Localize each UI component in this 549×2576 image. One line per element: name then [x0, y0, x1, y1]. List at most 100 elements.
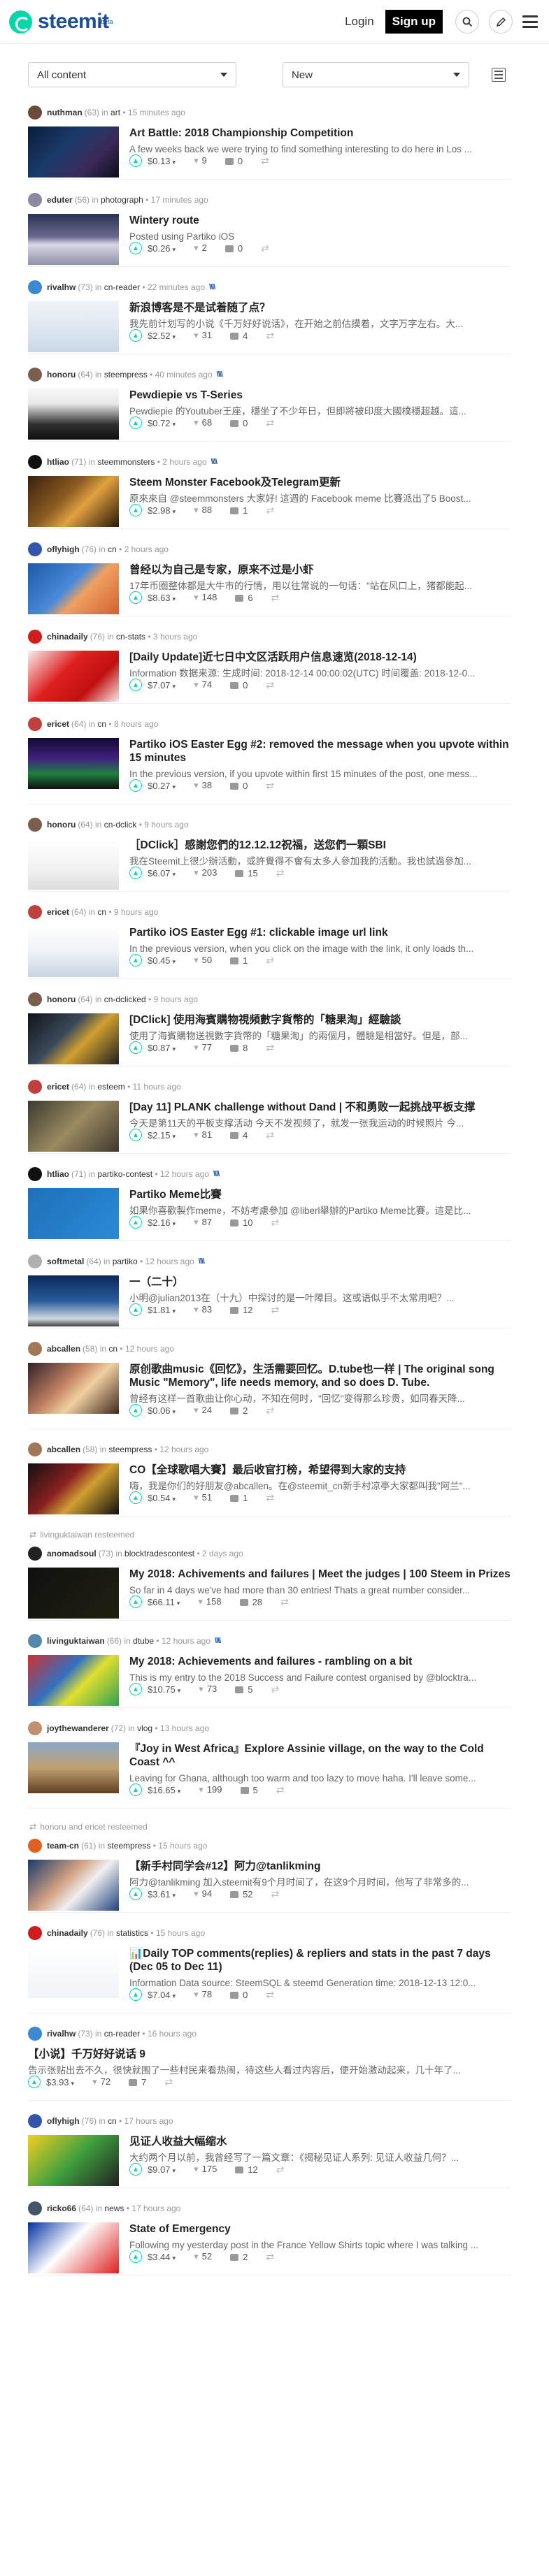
- post-item[interactable]: ericet (64) in cn • 9 hours ago Partiko …: [28, 905, 511, 979]
- post-title[interactable]: State of Emergency: [129, 2222, 511, 2236]
- upvote-icon[interactable]: ▲: [129, 154, 142, 167]
- login-link[interactable]: Login: [345, 15, 374, 29]
- post-item[interactable]: chinadaily (76) in statistics • 15 hours…: [28, 1926, 511, 2013]
- post-payout[interactable]: $0.87 ▾: [148, 1043, 176, 1053]
- vote-count[interactable]: ▾ 203: [194, 867, 217, 878]
- post-payout[interactable]: $10.75 ▾: [148, 1684, 180, 1695]
- post-title[interactable]: Partiko iOS Easter Egg #2: removed the m…: [129, 738, 511, 765]
- post-title[interactable]: 原创歌曲music《回忆》，生活需要回忆。D.tube也一样 | The ori…: [129, 1363, 511, 1389]
- comment-count[interactable]: 7: [129, 2077, 146, 2087]
- post-payout[interactable]: $3.44 ▾: [148, 2252, 176, 2262]
- resteem-icon[interactable]: ⇄: [276, 2164, 285, 2176]
- upvote-icon[interactable]: ▲: [129, 779, 142, 792]
- post-category[interactable]: cn: [108, 544, 117, 554]
- post-thumbnail[interactable]: [28, 839, 119, 890]
- post-category[interactable]: partiko-contest: [97, 1169, 152, 1179]
- post-item[interactable]: honoru (64) in cn-dclicked • 9 hours ago…: [28, 992, 511, 1066]
- post-payout[interactable]: $6.07 ▾: [148, 868, 176, 878]
- avatar[interactable]: [28, 1721, 42, 1735]
- post-excerpt[interactable]: Following my yesterday post in the Franc…: [129, 2238, 511, 2252]
- post-excerpt[interactable]: 曾经有这样一首歌曲让你心动，不知在何时，"回忆"变得那么珍贵，如同春天降...: [129, 1392, 511, 1405]
- post-item[interactable]: chinadaily (76) in cn-stats • 3 hours ag…: [28, 630, 511, 704]
- comment-count[interactable]: 12: [230, 1305, 253, 1315]
- post-category[interactable]: steempress: [108, 1445, 152, 1454]
- post-title[interactable]: 新浪博客是不是试着随了点？: [129, 301, 511, 314]
- post-title[interactable]: My 2018: Achievements and failures - ram…: [129, 1655, 511, 1668]
- upvote-icon[interactable]: ▲: [129, 1303, 142, 1316]
- post-category[interactable]: statistics: [116, 1928, 148, 1938]
- post-excerpt[interactable]: 阿力@tanlikming 加入steemit有9个月时间了，在这9个月时间，他…: [129, 1876, 511, 1889]
- vote-count[interactable]: ▾ 158: [198, 1596, 221, 1607]
- post-author[interactable]: honoru: [47, 994, 76, 1004]
- upvote-icon[interactable]: ▲: [129, 2250, 142, 2263]
- post-item[interactable]: rivalhw (73) in cn-reader • 22 minutes a…: [28, 280, 511, 354]
- post-payout[interactable]: $8.63 ▾: [148, 593, 176, 603]
- post-title[interactable]: [DClick] 使用海賓購物視頻數字貨幣的「糖果淘」經驗談: [129, 1013, 511, 1027]
- avatar[interactable]: [28, 2114, 42, 2128]
- post-excerpt[interactable]: In the previous version, if you upvote w…: [129, 767, 511, 781]
- post-category[interactable]: partiko: [113, 1257, 138, 1266]
- post-category[interactable]: cn-dclicked: [104, 994, 146, 1004]
- upvote-icon[interactable]: ▲: [129, 417, 142, 429]
- resteem-icon[interactable]: ⇄: [266, 1989, 274, 2001]
- post-excerpt[interactable]: 原來來自 @steemmonsters 大家好! 這週的 Facebook me…: [129, 492, 511, 505]
- post-timestamp[interactable]: • 2 days ago: [197, 1549, 243, 1558]
- post-category[interactable]: cn-reader: [104, 2029, 140, 2039]
- post-payout[interactable]: $16.65 ▾: [148, 1785, 180, 1795]
- vote-count[interactable]: ▾ 78: [194, 1989, 212, 2000]
- resteem-icon[interactable]: ⇄: [266, 1492, 274, 1504]
- post-author[interactable]: oflyhigh: [47, 2116, 80, 2126]
- upvote-icon[interactable]: ▲: [129, 1595, 142, 1608]
- post-item[interactable]: oflyhigh (76) in cn • 17 hours ago 见证人收益…: [28, 2114, 511, 2188]
- vote-count[interactable]: ▾ 2: [194, 243, 207, 254]
- write-post-button[interactable]: [489, 10, 513, 34]
- vote-count[interactable]: ▾ 51: [194, 1492, 212, 1503]
- post-timestamp[interactable]: • 12 hours ago: [155, 1169, 209, 1179]
- post-item[interactable]: honoru (64) in cn-dclick • 9 hours ago ［…: [28, 818, 511, 892]
- resteem-icon[interactable]: ⇄: [276, 867, 285, 879]
- post-timestamp[interactable]: • 40 minutes ago: [150, 370, 213, 379]
- avatar[interactable]: [28, 1634, 42, 1648]
- comment-count[interactable]: 2: [230, 1405, 248, 1416]
- upvote-icon[interactable]: ▲: [129, 591, 142, 604]
- post-title[interactable]: My 2018: Achivements and failures | Meet…: [129, 1568, 511, 1581]
- upvote-icon[interactable]: ▲: [129, 1888, 142, 1900]
- post-thumbnail[interactable]: [28, 1947, 119, 1998]
- post-author[interactable]: joythewanderer: [47, 1723, 109, 1733]
- post-item[interactable]: eduter (56) in photograph • 17 minutes a…: [28, 193, 511, 267]
- resteem-icon[interactable]: ⇄: [266, 2251, 274, 2263]
- post-item[interactable]: abcallen (58) in steempress • 12 hours a…: [28, 1442, 511, 1517]
- vote-count[interactable]: ▾ 199: [199, 1784, 222, 1795]
- post-payout[interactable]: $66.11 ▾: [148, 1597, 180, 1607]
- avatar[interactable]: [28, 542, 42, 556]
- post-excerpt[interactable]: Leaving for Ghana, although too warm and…: [129, 1772, 511, 1785]
- comment-count[interactable]: 28: [239, 1597, 262, 1607]
- post-excerpt[interactable]: 我先前计划写的小说《千万好好说话》，在开始之前估摸着，文字万字左右。大...: [129, 317, 511, 331]
- post-title[interactable]: ［DClick］感謝您們的12.12.12祝福，送您們一顆SBI: [129, 839, 511, 852]
- post-timestamp[interactable]: • 9 hours ago: [139, 820, 189, 830]
- vote-count[interactable]: ▾ 77: [194, 1042, 212, 1053]
- post-author[interactable]: ricko66: [47, 2204, 76, 2213]
- post-author[interactable]: chinadaily: [47, 1928, 88, 1938]
- post-excerpt[interactable]: 使用了海賓購物送視數字貨幣的「糖果淘」的兩個月，體驗是相當好。但是，部...: [129, 1029, 511, 1043]
- post-excerpt[interactable]: A few weeks back we were trying to find …: [129, 143, 511, 156]
- post-author[interactable]: eduter: [47, 195, 73, 205]
- avatar[interactable]: [28, 2201, 42, 2215]
- resteem-icon[interactable]: ⇄: [271, 1217, 280, 1229]
- post-author[interactable]: nuthman: [47, 108, 83, 117]
- avatar[interactable]: [28, 992, 42, 1006]
- resteem-icon[interactable]: ⇄: [271, 592, 280, 604]
- post-thumbnail[interactable]: [28, 1188, 119, 1239]
- comment-count[interactable]: 4: [230, 331, 248, 341]
- post-category[interactable]: blocktradescontest: [124, 1549, 194, 1558]
- resteem-icon[interactable]: ⇄: [261, 155, 269, 167]
- vote-count[interactable]: ▾ 9: [194, 155, 207, 166]
- post-item[interactable]: honoru (64) in steempress • 40 minutes a…: [28, 368, 511, 442]
- resteem-icon[interactable]: ⇄: [271, 1684, 280, 1695]
- post-thumbnail[interactable]: [28, 738, 119, 789]
- post-item[interactable]: livinguktaiwan (66) in dtube • 12 hours …: [28, 1634, 511, 1708]
- comment-count[interactable]: 0: [230, 781, 248, 791]
- upvote-icon[interactable]: ▲: [129, 1491, 142, 1504]
- post-excerpt[interactable]: 小明@julian2013在（十九）中探讨的是一叶障目。这或语似乎不太常用吧？.…: [129, 1291, 511, 1305]
- avatar[interactable]: [28, 455, 42, 469]
